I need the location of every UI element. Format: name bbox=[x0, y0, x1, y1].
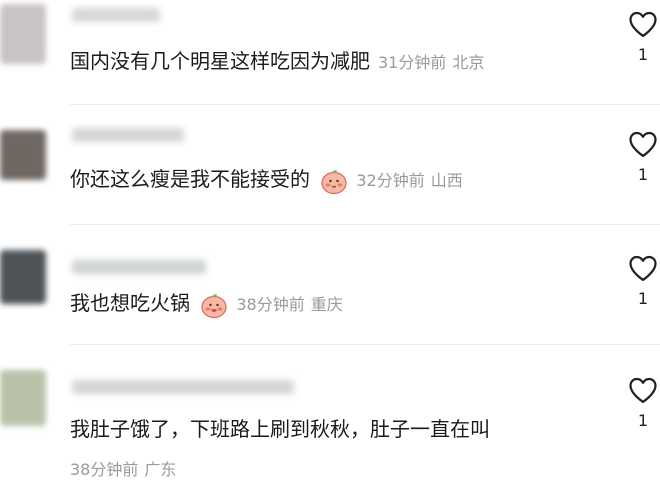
avatar[interactable] bbox=[0, 4, 46, 64]
comment-time: 31分钟前 bbox=[378, 52, 447, 72]
comment-text: 你还这么瘦是我不能接受的 bbox=[70, 167, 310, 191]
like-count: 1 bbox=[637, 165, 649, 184]
like-button[interactable]: 1 bbox=[625, 376, 660, 430]
avatar[interactable] bbox=[0, 130, 46, 180]
comment-list: 国内没有几个明星这样吃因为减肥 31分钟前 北京 1 你还这么瘦是我不能接受的 32… bbox=[0, 0, 660, 482]
divider bbox=[70, 224, 660, 225]
comment-text: 我也想吃火锅 bbox=[70, 291, 190, 315]
like-button[interactable]: 1 bbox=[625, 254, 660, 308]
comment-time: 38分钟前 bbox=[236, 294, 305, 314]
comment-meta: 38分钟前 重庆 bbox=[236, 292, 348, 318]
avatar[interactable] bbox=[0, 250, 46, 304]
peach-blush-emoji-icon bbox=[201, 293, 227, 318]
comment-item[interactable]: 我肚子饿了，下班路上刷到秋秋，肚子一直在叫 38分钟前 广东 1 bbox=[0, 352, 660, 482]
peach-blush-emoji-icon bbox=[321, 169, 347, 194]
comment-meta: 31分钟前 北京 bbox=[378, 50, 490, 76]
like-count: 1 bbox=[637, 45, 649, 64]
heart-outline-icon[interactable] bbox=[628, 376, 658, 404]
comment-item[interactable]: 你还这么瘦是我不能接受的 32分钟前 山西 1 bbox=[0, 112, 660, 222]
comment-item[interactable]: 国内没有几个明星这样吃因为减肥 31分钟前 北京 1 bbox=[0, 0, 660, 100]
comment-time: 32分钟前 bbox=[356, 170, 425, 190]
comment-location: 山西 bbox=[430, 170, 463, 190]
avatar[interactable] bbox=[0, 370, 46, 426]
comment-location: 重庆 bbox=[310, 294, 343, 314]
like-button[interactable]: 1 bbox=[625, 10, 660, 64]
comment-item[interactable]: 我也想吃火锅 38分钟前 重庆 1 bbox=[0, 232, 660, 342]
comment-text-row: 我也想吃火锅 38分钟前 重庆 bbox=[70, 290, 349, 319]
heart-outline-icon[interactable] bbox=[628, 10, 658, 38]
divider bbox=[70, 344, 660, 345]
comment-time: 38分钟前 bbox=[70, 460, 139, 479]
username-blurred[interactable] bbox=[72, 260, 206, 274]
divider bbox=[70, 104, 660, 105]
like-button[interactable]: 1 bbox=[625, 130, 660, 184]
comment-location: 北京 bbox=[452, 52, 485, 72]
comment-text-row: 你还这么瘦是我不能接受的 32分钟前 山西 bbox=[70, 166, 469, 195]
comment-text: 我肚子饿了，下班路上刷到秋秋，肚子一直在叫 bbox=[70, 417, 490, 441]
username-blurred[interactable] bbox=[72, 128, 184, 142]
comment-text: 国内没有几个明星这样吃因为减肥 bbox=[70, 49, 370, 73]
username-blurred[interactable] bbox=[72, 8, 160, 22]
comment-location: 广东 bbox=[144, 460, 177, 479]
comment-text-row: 国内没有几个明星这样吃因为减肥 31分钟前 北京 bbox=[70, 48, 490, 76]
username-blurred[interactable] bbox=[72, 380, 294, 394]
like-count: 1 bbox=[637, 289, 649, 308]
comment-meta: 32分钟前 山西 bbox=[356, 168, 468, 194]
comment-meta: 38分钟前 广东 bbox=[70, 460, 182, 480]
like-count: 1 bbox=[637, 411, 649, 430]
heart-outline-icon[interactable] bbox=[628, 254, 658, 282]
heart-outline-icon[interactable] bbox=[628, 130, 658, 158]
